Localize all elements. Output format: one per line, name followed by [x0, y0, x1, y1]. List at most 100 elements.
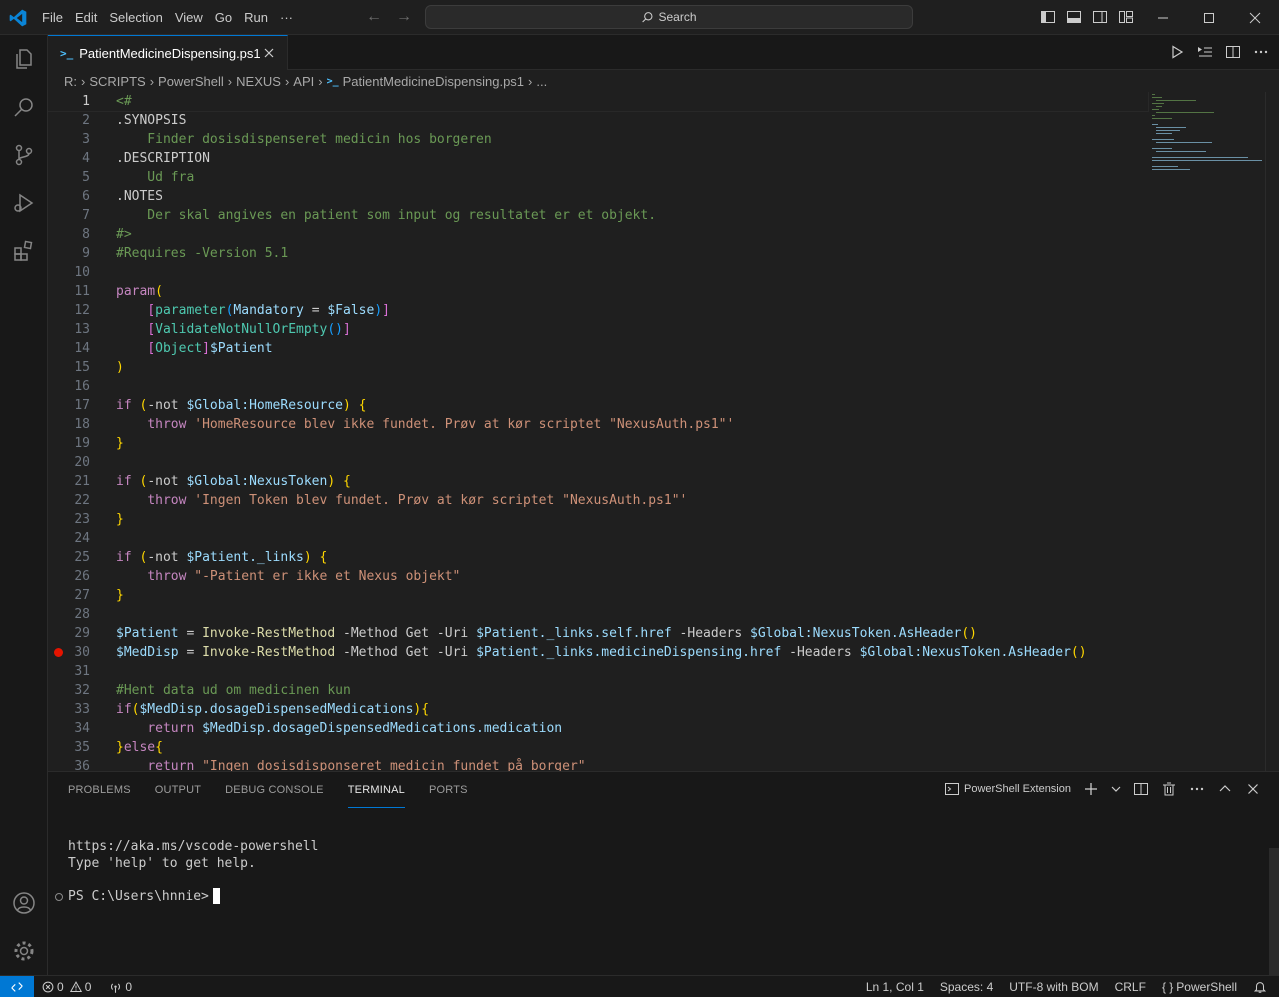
cursor-position[interactable]: Ln 1, Col 1 — [866, 980, 924, 994]
notifications-bell-icon[interactable] — [1253, 980, 1267, 994]
maximize-panel-chevron-up-icon[interactable] — [1217, 781, 1233, 797]
editor-scrollbar[interactable] — [1265, 92, 1279, 771]
breadcrumb-item[interactable]: R: — [64, 74, 77, 89]
breadcrumb-item[interactable]: API — [293, 74, 314, 89]
terminal-prompt[interactable]: PS C:\Users\hnnie> — [68, 888, 220, 904]
search-icon[interactable] — [12, 95, 36, 119]
extensions-icon[interactable] — [12, 239, 36, 263]
line-text: [parameter(Mandatory = $False)] — [116, 301, 390, 320]
menu-file[interactable]: File — [36, 6, 69, 30]
run-icon[interactable] — [1169, 44, 1185, 60]
breadcrumb-item[interactable]: PowerShell — [158, 74, 224, 89]
terminal-icon — [944, 783, 959, 795]
menu-more[interactable]: ··· — [274, 6, 299, 30]
new-terminal-icon[interactable] — [1083, 781, 1099, 797]
menu-run[interactable]: Run — [238, 6, 274, 30]
code-editor[interactable]: 1 <# 2 .SYNOPSIS 3 Finder dosisdispenseret m… — [48, 92, 1279, 771]
minimap[interactable] — [1148, 92, 1268, 172]
powershell-file-icon: >_ — [326, 75, 339, 87]
toggle-panel-icon[interactable] — [1066, 9, 1082, 25]
ports-count[interactable]: 0 — [109, 980, 132, 994]
line-text: ) — [116, 358, 124, 377]
menu-go[interactable]: Go — [209, 6, 238, 30]
explorer-icon[interactable] — [12, 47, 36, 71]
language-mode[interactable]: { } PowerShell — [1162, 980, 1237, 994]
line-number: 34 — [74, 721, 90, 736]
manage-gear-icon[interactable] — [12, 939, 36, 963]
tab-problems[interactable]: PROBLEMS — [68, 772, 131, 808]
breadcrumb-item[interactable]: NEXUS — [236, 74, 281, 89]
line-number: 25 — [74, 550, 90, 565]
code-token: ) — [303, 550, 312, 565]
command-center-search[interactable]: Search — [425, 5, 913, 29]
terminal-scrollbar[interactable] — [1269, 848, 1279, 976]
line-number: 2 — [82, 113, 90, 128]
code-token: Ud fra — [116, 170, 195, 185]
terminal-line: https://aka.ms/vscode-powershell — [68, 839, 319, 854]
back-arrow-icon[interactable]: ← — [366, 8, 382, 26]
indentation[interactable]: Spaces: 4 — [940, 980, 993, 994]
code-line: 28 — [48, 605, 1148, 624]
more-actions-icon[interactable] — [1253, 44, 1269, 60]
line-number: 21 — [74, 474, 90, 489]
line-number: 15 — [74, 360, 90, 375]
tab-output[interactable]: OUTPUT — [155, 772, 201, 808]
code-line: 14 [Object]$Patient — [48, 339, 1148, 358]
run-and-debug-icon[interactable] — [12, 191, 36, 215]
code-token: () — [327, 322, 343, 337]
code-line: 22 throw 'Ingen Token blev fundet. Prøv … — [48, 491, 1148, 510]
breadcrumb-item[interactable]: PatientMedicineDispensing.ps1 — [343, 74, 524, 89]
menu-selection[interactable]: Selection — [103, 6, 168, 30]
line-number: 6 — [82, 189, 90, 204]
tab-patient-medicine-dispensing[interactable]: >_ PatientMedicineDispensing.ps1 — [48, 35, 288, 70]
line-number: 18 — [74, 417, 90, 432]
language-value: PowerShell — [1176, 980, 1237, 994]
toggle-secondary-sidebar-icon[interactable] — [1092, 9, 1108, 25]
split-editor-icon[interactable] — [1225, 44, 1241, 60]
line-text: #Requires -Version 5.1 — [116, 244, 288, 263]
source-control-icon[interactable] — [12, 143, 36, 167]
chevron-down-icon[interactable] — [1111, 781, 1121, 797]
vscode-logo-icon[interactable] — [8, 8, 28, 28]
line-number: 16 — [74, 379, 90, 394]
minimize-button[interactable] — [1140, 0, 1186, 35]
toggle-primary-sidebar-icon[interactable] — [1040, 9, 1056, 25]
encoding[interactable]: UTF-8 with BOM — [1009, 980, 1098, 994]
close-window-button[interactable] — [1232, 0, 1278, 35]
close-tab-icon[interactable] — [261, 45, 277, 61]
maximize-icon — [1204, 12, 1214, 23]
remote-indicator[interactable] — [0, 976, 34, 997]
forward-arrow-icon[interactable]: → — [396, 8, 412, 26]
end-of-line[interactable]: CRLF — [1115, 980, 1146, 994]
tab-ports[interactable]: PORTS — [429, 772, 468, 808]
line-text: <# — [116, 92, 132, 111]
code-token: $Patient — [209, 341, 273, 356]
trash-icon[interactable] — [1161, 781, 1177, 797]
prompt-text: PS C:\Users\hnnie> — [68, 888, 209, 904]
code-token: 'HomeResource blev ikke fundet. Prøv at … — [194, 417, 735, 432]
terminal-output[interactable]: https://aka.ms/vscode-powershell Type 'h… — [68, 838, 318, 872]
code-line: 1 <# — [48, 92, 1149, 112]
customize-layout-icon[interactable] — [1118, 9, 1134, 25]
terminal-name: PowerShell Extension — [963, 783, 1071, 795]
tab-debug-console[interactable]: DEBUG CONSOLE — [225, 772, 324, 808]
command-decoration-icon[interactable] — [55, 893, 63, 901]
line-number: 23 — [74, 512, 90, 527]
breadcrumb-item[interactable]: ... — [536, 74, 547, 89]
menu-edit[interactable]: Edit — [69, 6, 103, 30]
maximize-button[interactable] — [1186, 0, 1232, 35]
breadcrumb-item[interactable]: SCRIPTS — [89, 74, 145, 89]
more-panel-actions-icon[interactable] — [1189, 781, 1205, 797]
code-token: -Headers — [671, 626, 751, 641]
terminal-instance[interactable]: PowerShell Extension — [944, 781, 1071, 797]
close-panel-icon[interactable] — [1245, 781, 1261, 797]
tab-terminal[interactable]: TERMINAL — [347, 772, 405, 808]
menu-view[interactable]: View — [169, 6, 209, 30]
run-selection-icon[interactable] — [1197, 44, 1213, 60]
status-problems[interactable]: 0 0 0 — [42, 976, 132, 997]
accounts-icon[interactable] — [12, 891, 36, 915]
split-terminal-icon[interactable] — [1133, 781, 1149, 797]
code-token: ) — [374, 303, 383, 318]
